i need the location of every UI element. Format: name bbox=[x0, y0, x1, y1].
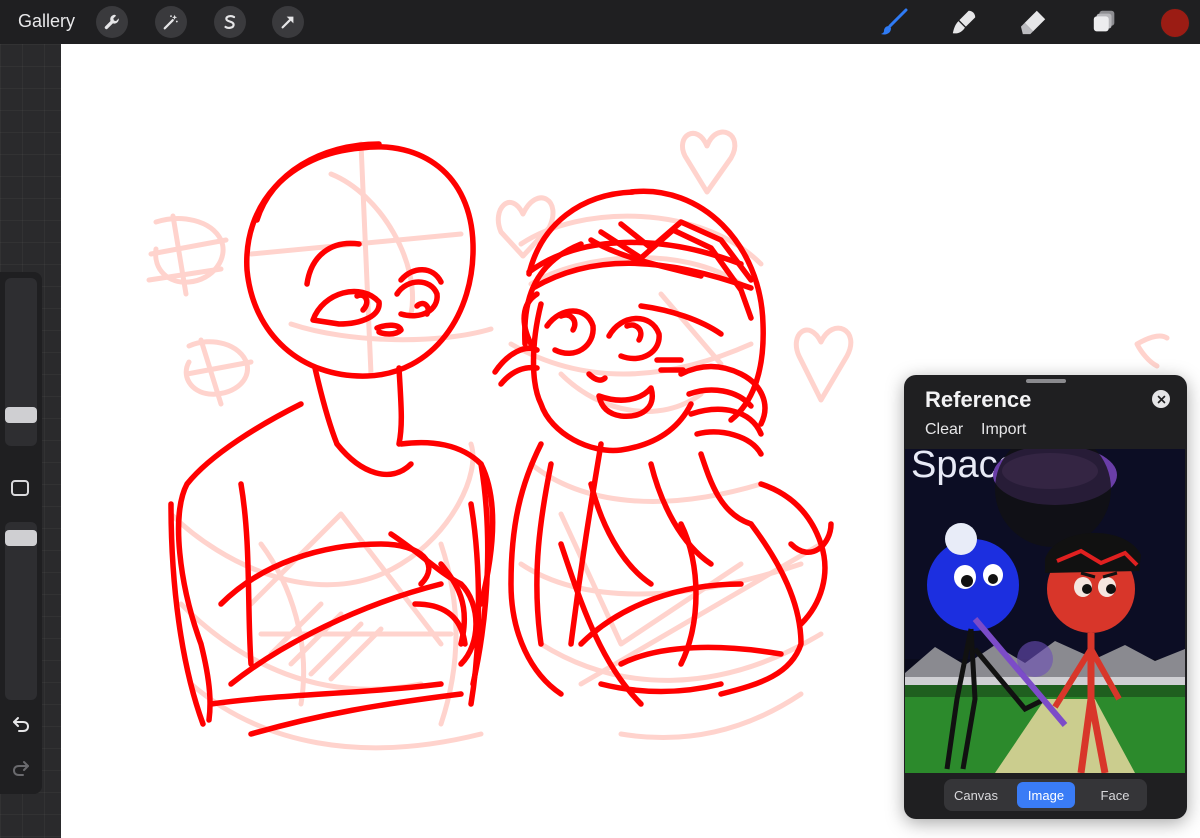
eraser-tool-button[interactable] bbox=[1018, 6, 1050, 38]
brush-size-thumb[interactable] bbox=[5, 407, 37, 423]
close-icon bbox=[1157, 395, 1165, 403]
brush-tool-button[interactable] bbox=[878, 6, 910, 38]
tab-canvas[interactable]: Canvas bbox=[947, 782, 1005, 808]
transform-arrow-icon bbox=[281, 16, 294, 29]
top-toolbar: Gallery bbox=[0, 0, 1200, 44]
left-sidebar bbox=[0, 272, 42, 794]
smudge-tool-button[interactable] bbox=[948, 6, 980, 38]
transform-button[interactable] bbox=[272, 6, 304, 38]
reference-title: Reference bbox=[925, 387, 1032, 412]
adjustments-button[interactable] bbox=[155, 6, 187, 38]
reference-mode-segmented-control: Canvas Image Face bbox=[944, 779, 1147, 811]
reference-image[interactable]: Space bbox=[905, 449, 1185, 773]
layers-icon bbox=[1093, 10, 1115, 32]
magic-wand-icon bbox=[163, 14, 178, 30]
gallery-button[interactable]: Gallery bbox=[18, 11, 75, 32]
close-reference-button[interactable] bbox=[1152, 390, 1170, 408]
reference-illustration: Space bbox=[905, 449, 1185, 773]
layers-button[interactable] bbox=[1089, 6, 1121, 38]
opacity-thumb[interactable] bbox=[5, 530, 37, 546]
smudge-icon bbox=[952, 10, 976, 34]
redo-icon[interactable] bbox=[11, 758, 31, 778]
selection-button[interactable] bbox=[214, 6, 246, 38]
wrench-icon bbox=[104, 14, 119, 30]
panel-drag-handle[interactable] bbox=[1026, 379, 1066, 383]
eraser-icon bbox=[1020, 10, 1046, 35]
tab-face[interactable]: Face bbox=[1086, 782, 1144, 808]
color-picker-button[interactable] bbox=[1160, 8, 1190, 38]
reference-panel: Reference Clear Import Space Canvas Imag… bbox=[904, 375, 1187, 819]
modify-button[interactable] bbox=[11, 480, 29, 496]
import-button[interactable]: Import bbox=[981, 421, 1026, 439]
undo-icon[interactable] bbox=[11, 714, 31, 734]
brush-icon bbox=[881, 8, 908, 35]
selection-s-icon bbox=[224, 15, 236, 29]
tab-image[interactable]: Image bbox=[1017, 782, 1075, 808]
actions-button[interactable] bbox=[96, 6, 128, 38]
clear-button[interactable]: Clear bbox=[925, 421, 963, 439]
opacity-slider[interactable] bbox=[5, 522, 37, 700]
